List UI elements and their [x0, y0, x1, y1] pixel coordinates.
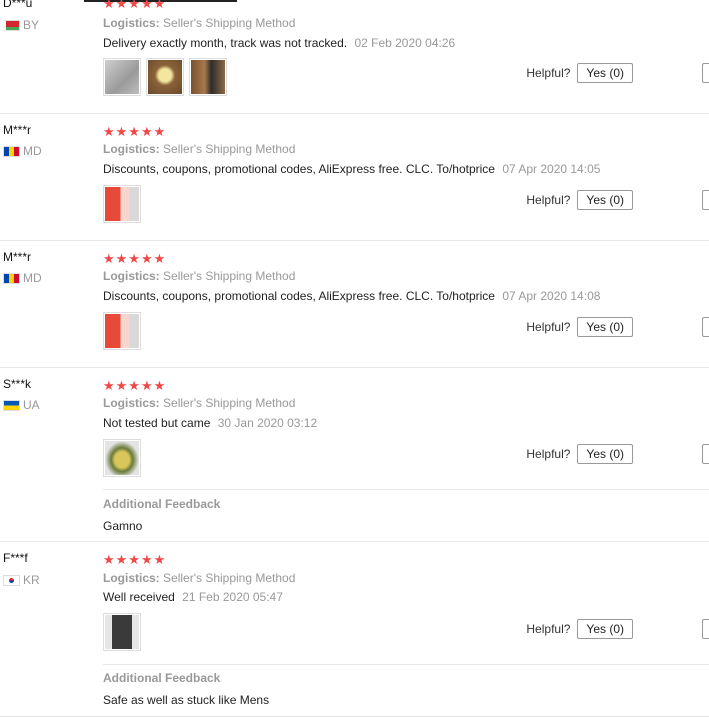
review-photo-thumbnail[interactable] [146, 58, 184, 96]
helpful-no-button[interactable] [702, 619, 709, 639]
helpful-no-button[interactable] [702, 63, 709, 83]
review-photo-thumbnail[interactable] [103, 312, 141, 350]
helpful-section: Helpful? Yes (0) [526, 63, 633, 83]
reviewer-name: M***r [3, 250, 32, 264]
review-text: Delivery exactly month, track was not tr… [103, 36, 455, 50]
star-rating: ★★★★★ [103, 251, 167, 266]
review-body: Not tested but came [103, 416, 211, 430]
helpful-label: Helpful? [526, 66, 571, 80]
review-item: D***u BY ★★★★★ Logistics: Seller's Shipp… [0, 0, 709, 114]
helpful-label: Helpful? [526, 447, 571, 461]
review-photos [103, 439, 141, 477]
helpful-yes-button[interactable]: Yes (0) [577, 190, 633, 210]
reviewer-country: MD [3, 144, 42, 158]
moldova-flag-icon [3, 272, 20, 284]
reviewer-country: MD [3, 271, 42, 285]
belarus-flag-icon [3, 19, 20, 31]
review-photo-thumbnail[interactable] [103, 185, 141, 223]
review-photo-thumbnail[interactable] [103, 613, 141, 651]
review-date: 02 Feb 2020 04:26 [354, 36, 456, 50]
moldova-flag-icon [3, 145, 20, 157]
star-rating: ★★★★★ [103, 124, 167, 139]
review-text: Not tested but came 30 Jan 2020 03:12 [103, 416, 317, 430]
country-code: MD [23, 271, 42, 285]
star-rating: ★★★★★ [103, 0, 167, 11]
review-item: S***k UA ★★★★★ Logistics: Seller's Shipp… [0, 368, 709, 542]
korea-flag-icon [3, 574, 20, 586]
review-photo-thumbnail[interactable] [103, 58, 141, 96]
logistics-value: Seller's Shipping Method [163, 269, 296, 283]
logistics-label: Logistics: [103, 396, 160, 410]
logistics-value: Seller's Shipping Method [163, 396, 296, 410]
logistics-info: Logistics: Seller's Shipping Method [103, 16, 295, 30]
star-rating: ★★★★★ [103, 378, 167, 393]
helpful-yes-button[interactable]: Yes (0) [577, 63, 633, 83]
logistics-label: Logistics: [103, 571, 160, 585]
additional-feedback-label: Additional Feedback [103, 497, 221, 511]
helpful-yes-button[interactable]: Yes (0) [577, 444, 633, 464]
review-photos [103, 58, 227, 96]
review-body: Discounts, coupons, promotional codes, A… [103, 162, 495, 176]
review-item: M***r MD ★★★★★ Logistics: Seller's Shipp… [0, 241, 709, 368]
helpful-label: Helpful? [526, 320, 571, 334]
logistics-value: Seller's Shipping Method [163, 16, 296, 30]
reviewer-name: D***u [3, 0, 33, 10]
review-photos [103, 185, 141, 223]
helpful-no-button[interactable] [702, 317, 709, 337]
review-body: Delivery exactly month, track was not tr… [103, 36, 348, 50]
country-code: KR [23, 573, 40, 587]
logistics-value: Seller's Shipping Method [163, 142, 296, 156]
review-photo-thumbnail[interactable] [189, 58, 227, 96]
helpful-section: Helpful? Yes (0) [526, 317, 633, 337]
review-photos [103, 613, 141, 651]
review-date: 07 Apr 2020 14:05 [502, 162, 601, 176]
reviewer-country: KR [3, 573, 40, 587]
review-body: Well received [103, 590, 175, 604]
logistics-info: Logistics: Seller's Shipping Method [103, 142, 295, 156]
additional-feedback-label: Additional Feedback [103, 671, 221, 685]
reviewer-name: M***r [3, 123, 32, 137]
review-item: M***r MD ★★★★★ Logistics: Seller's Shipp… [0, 114, 709, 241]
reviewer-country: BY [3, 18, 39, 32]
logistics-info: Logistics: Seller's Shipping Method [103, 571, 295, 585]
helpful-label: Helpful? [526, 193, 571, 207]
helpful-section: Helpful? Yes (0) [526, 190, 633, 210]
helpful-section: Helpful? Yes (0) [526, 619, 633, 639]
additional-feedback-text: Gamno [103, 519, 143, 533]
helpful-yes-button[interactable]: Yes (0) [577, 619, 633, 639]
additional-feedback-text: Safe as well as stuck like Mens [103, 693, 270, 707]
country-code: MD [23, 144, 42, 158]
review-body: Discounts, coupons, promotional codes, A… [103, 289, 495, 303]
logistics-info: Logistics: Seller's Shipping Method [103, 269, 295, 283]
helpful-no-button[interactable] [702, 190, 709, 210]
helpful-yes-button[interactable]: Yes (0) [577, 317, 633, 337]
review-date: 30 Jan 2020 03:12 [217, 416, 318, 430]
country-code: BY [23, 18, 40, 32]
reviewer-country: UA [3, 398, 40, 412]
review-text: Discounts, coupons, promotional codes, A… [103, 289, 600, 303]
helpful-section: Helpful? Yes (0) [526, 444, 633, 464]
review-item: F***f KR ★★★★★ Logistics: Seller's Shipp… [0, 542, 709, 717]
review-text: Discounts, coupons, promotional codes, A… [103, 162, 600, 176]
review-text: Well received 21 Feb 2020 05:47 [103, 590, 283, 604]
helpful-label: Helpful? [526, 622, 571, 636]
country-code: UA [23, 398, 40, 412]
logistics-label: Logistics: [103, 269, 160, 283]
logistics-label: Logistics: [103, 16, 160, 30]
review-date: 21 Feb 2020 05:47 [182, 590, 283, 604]
logistics-label: Logistics: [103, 142, 160, 156]
logistics-info: Logistics: Seller's Shipping Method [103, 396, 295, 410]
star-rating: ★★★★★ [103, 552, 167, 567]
additional-feedback-divider [103, 664, 709, 665]
ukraine-flag-icon [3, 399, 20, 411]
helpful-no-button[interactable] [702, 444, 709, 464]
additional-feedback-divider [103, 489, 709, 490]
reviewer-name: S***k [3, 377, 32, 391]
logistics-value: Seller's Shipping Method [163, 571, 296, 585]
review-photos [103, 312, 141, 350]
review-photo-thumbnail[interactable] [103, 439, 141, 477]
reviewer-name: F***f [3, 551, 28, 565]
review-date: 07 Apr 2020 14:08 [502, 289, 601, 303]
